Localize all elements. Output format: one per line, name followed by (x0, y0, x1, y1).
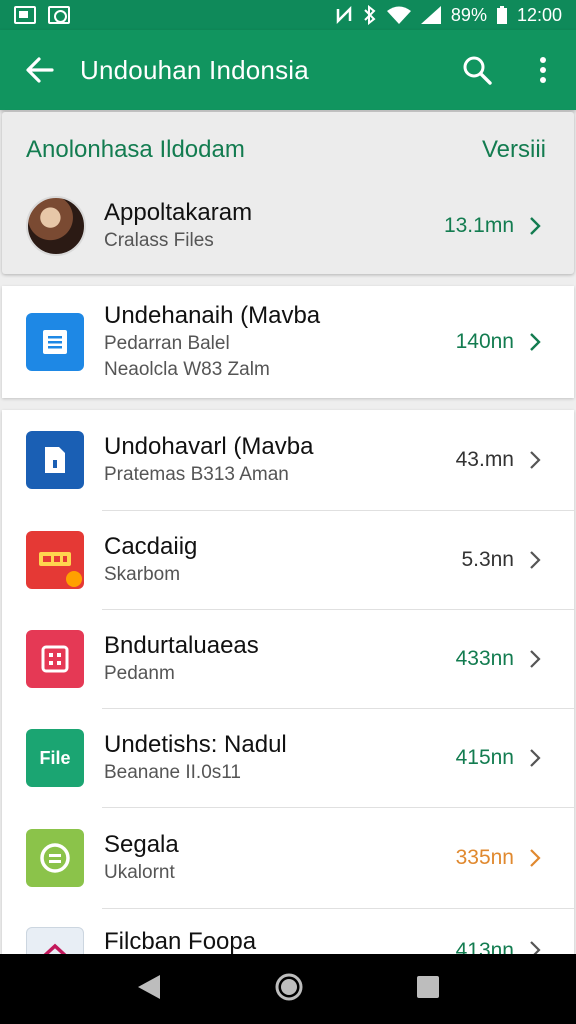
more-options-button[interactable] (510, 30, 576, 110)
ticket-app-icon (26, 531, 84, 589)
wifi-icon (386, 6, 411, 24)
nav-recents-button[interactable] (416, 975, 440, 1004)
item-size: 415nn (455, 746, 514, 769)
item-subtitle: Beanane II.0s11 (104, 762, 241, 783)
list-item[interactable]: Bndurtaluaeas Pedanm 433nn (2, 610, 574, 708)
item-name: Cacdaiig (104, 533, 198, 560)
app-bar: Undouhan Indonsia (0, 30, 576, 110)
nav-home-button[interactable] (274, 972, 304, 1007)
item-name: Bndurtaluaeas (104, 632, 259, 659)
featured-card: Undehanaih (Mavba Pedarran Balel Neaolcl… (2, 286, 574, 398)
more-vert-icon (540, 57, 546, 83)
chevron-right-icon (524, 549, 546, 571)
clock: 12:00 (516, 4, 562, 25)
file-manager-app-icon: File (26, 729, 84, 787)
circle-app-icon (26, 829, 84, 887)
signal-icon (420, 6, 441, 24)
header-card: Anolonhasa Ildodam Versiii Appoltakaram … (2, 112, 574, 274)
item-size: 5.3nn (461, 548, 514, 571)
bluetooth-icon (364, 5, 376, 25)
search-button[interactable] (444, 30, 510, 110)
item-subtitle-2: Neaolcla W83 Zalm (104, 359, 270, 380)
circle-home-icon (275, 973, 303, 1000)
list-item[interactable]: Undohavarl (Mavba Pratemas B313 Aman 43.… (2, 410, 574, 510)
list-item[interactable]: Segala Ukalornt 335nn (2, 808, 574, 908)
list-item[interactable]: File Undetishs: Nadul Beanane II.0s11 41… (2, 709, 574, 807)
item-name: Undehanaih (Mavba (104, 302, 321, 329)
item-name: Filcban Foopa (104, 928, 257, 955)
chevron-right-icon (524, 215, 546, 237)
section-header-right: Versiii (481, 136, 546, 163)
grid-app-icon (26, 630, 84, 688)
item-subtitle: Ukalornt (104, 862, 175, 883)
item-size: 335nn (455, 846, 514, 869)
chevron-right-icon (524, 747, 546, 769)
document-app-icon (26, 313, 84, 371)
chevron-right-icon (524, 449, 546, 471)
item-size: 433nn (455, 647, 514, 670)
chevron-right-icon (524, 648, 546, 670)
status-bar: 89% 12:00 (0, 0, 576, 30)
battery-icon (496, 6, 507, 24)
item-name: Appoltakaram (104, 199, 253, 226)
chevron-right-icon (524, 331, 546, 353)
list-item[interactable]: Appoltakaram Cralass Files 13.1mn (2, 188, 574, 264)
file-app-icon (26, 431, 84, 489)
nav-back-button[interactable] (136, 973, 162, 1006)
list-item[interactable]: Cacdaiig Skarbom 5.3nn (2, 511, 574, 609)
back-button[interactable] (0, 30, 80, 110)
square-recents-icon (417, 975, 439, 998)
nfc-icon (336, 6, 352, 24)
item-subtitle: Pedarran Balel (104, 333, 230, 354)
item-size: 140nn (455, 330, 514, 353)
item-name: Undohavarl (Mavba (104, 433, 314, 460)
page-title: Undouhan Indonsia (80, 54, 309, 85)
search-icon (463, 56, 492, 85)
item-subtitle: Skarbom (104, 564, 181, 585)
item-size: 13.1mn (443, 214, 514, 237)
file-app-label: File (39, 747, 71, 768)
item-size: 43.mn (455, 448, 514, 471)
system-nav-bar (0, 954, 576, 1024)
item-subtitle: Pedanm (104, 663, 175, 684)
item-subtitle: Cralass Files (104, 230, 214, 251)
triangle-back-icon (138, 974, 160, 999)
item-name: Segala (104, 831, 179, 858)
chevron-right-icon (524, 847, 546, 869)
item-name: Undetishs: Nadul (104, 731, 287, 758)
avatar (26, 196, 86, 256)
item-subtitle: Pratemas B313 Aman (104, 464, 289, 485)
arrow-back-icon (26, 57, 54, 83)
list-item[interactable]: Undehanaih (Mavba Pedarran Balel Neaolcl… (2, 286, 574, 398)
gallery-notification-icon (14, 6, 36, 24)
battery-percent: 89% (450, 4, 487, 25)
app-list-card: Undohavarl (Mavba Pratemas B313 Aman 43.… (2, 410, 574, 985)
section-header-left: Anolonhasa Ildodam (26, 136, 245, 163)
app-notification-icon (48, 6, 70, 24)
